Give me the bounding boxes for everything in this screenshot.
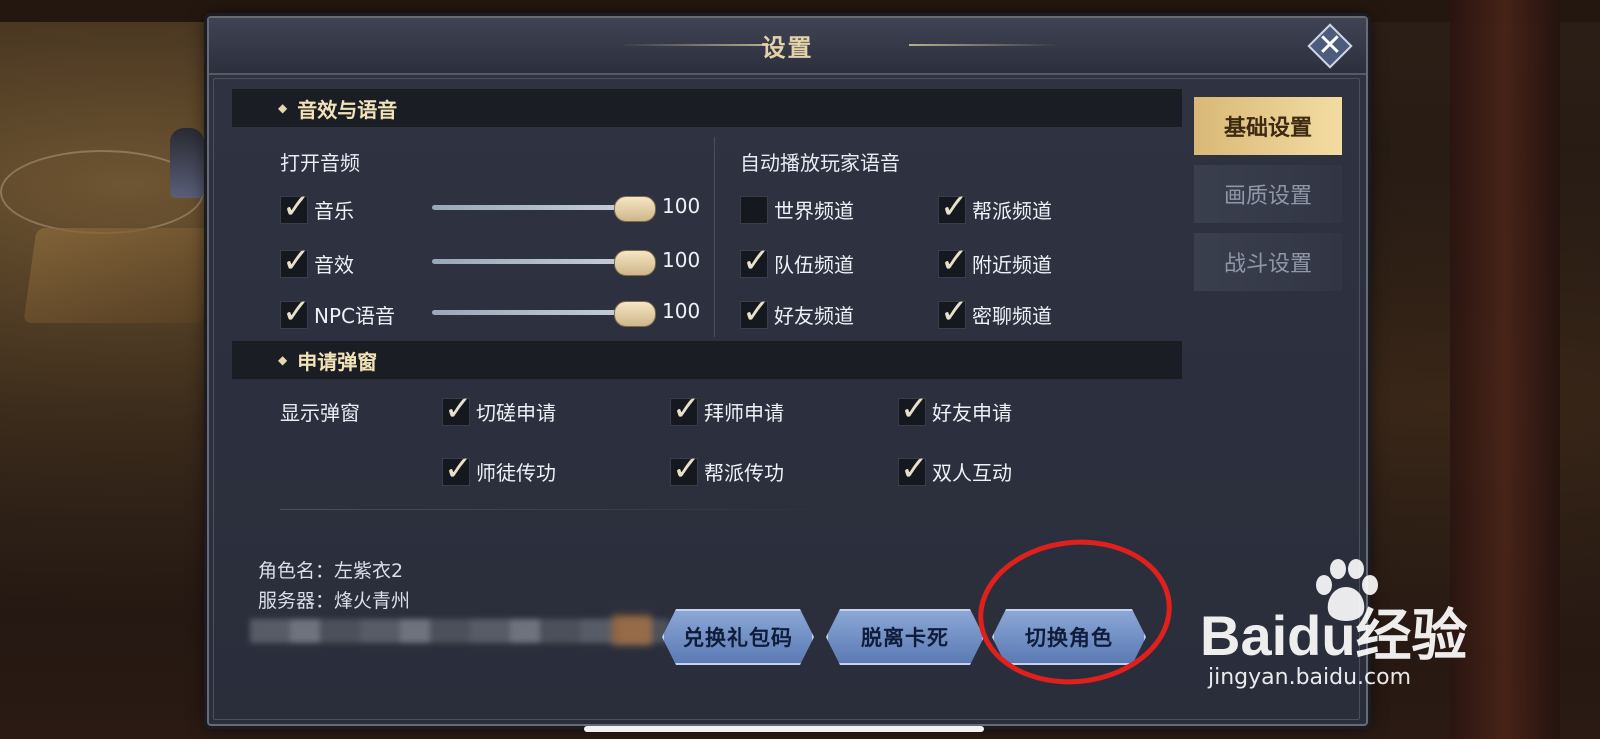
character-name: 角色名：左紫衣2 — [258, 560, 404, 582]
popup-section-header: ◆ 申请弹窗 — [232, 341, 1182, 379]
popup-apprentice-row[interactable]: 拜师申请 — [670, 389, 784, 429]
popup-apprentice-checkbox[interactable] — [670, 389, 701, 429]
popup-guild-transfer-checkbox[interactable] — [670, 449, 701, 489]
music-checkbox[interactable] — [280, 187, 311, 227]
watermark-url: jingyan.baidu.com — [1208, 665, 1412, 690]
channel-guild-label: 帮派频道 — [972, 199, 1052, 223]
redacted-info — [250, 619, 670, 643]
channel-friend-checkbox[interactable] — [740, 292, 771, 332]
sfx-label: 音效 — [314, 253, 354, 277]
popup-friend-checkbox[interactable] — [898, 389, 929, 429]
section-divider — [280, 509, 860, 510]
redacted-info-mark — [612, 615, 652, 645]
music-slider-handle[interactable] — [614, 196, 656, 222]
music-volume-slider[interactable]: 100 — [432, 188, 702, 228]
popup-duo-interact-row[interactable]: 双人互动 — [898, 449, 1012, 489]
channel-team-row[interactable]: 队伍频道 — [740, 241, 854, 281]
popup-friend-label: 好友申请 — [932, 401, 1012, 425]
popup-guild-transfer-label: 帮派传功 — [704, 461, 784, 485]
popup-master-transfer-row[interactable]: 师徒传功 — [442, 449, 556, 489]
music-label: 音乐 — [314, 199, 354, 223]
watermark-brand: Baidu经验 — [1200, 604, 1468, 667]
channel-guild-checkbox[interactable] — [938, 187, 969, 227]
npc-voice-checkbox[interactable] — [280, 292, 311, 332]
server-name: 服务器：烽火青州 — [258, 590, 411, 612]
channel-private-label: 密聊频道 — [972, 304, 1052, 328]
audio-column-divider — [714, 137, 715, 337]
channel-world-checkbox[interactable] — [740, 195, 768, 224]
npc-voice-volume-slider[interactable]: 100 — [432, 293, 702, 333]
popup-master-transfer-checkbox[interactable] — [442, 449, 473, 489]
auto-play-voice-label: 自动播放玩家语音 — [740, 151, 900, 175]
channel-friend-row[interactable]: 好友频道 — [740, 292, 854, 332]
sfx-checkbox[interactable] — [280, 241, 311, 281]
popup-duel-checkbox[interactable] — [442, 389, 473, 429]
channel-nearby-row[interactable]: 附近频道 — [938, 241, 1052, 281]
audio-section-header: ◆ 音效与语音 — [232, 89, 1182, 127]
settings-dialog: 设置 ✕ ◆ 音效与语音 打开音频 音乐 100 — [207, 16, 1368, 726]
popup-duo-interact-label: 双人互动 — [932, 461, 1012, 485]
popup-apprentice-label: 拜师申请 — [704, 401, 784, 425]
npc-voice-slider-handle[interactable] — [614, 301, 656, 327]
unstuck-button[interactable]: 脱离卡死 — [826, 609, 984, 665]
audio-section-title: 音效与语音 — [297, 97, 398, 122]
music-volume-value: 100 — [662, 194, 701, 218]
npc-voice-checkbox-row[interactable]: NPC语音 — [280, 292, 395, 332]
popup-duel-row[interactable]: 切磋申请 — [442, 389, 556, 429]
channel-nearby-checkbox[interactable] — [938, 241, 969, 281]
background-table — [23, 228, 217, 323]
music-checkbox-row[interactable]: 音乐 — [280, 187, 354, 227]
tab-combat-settings[interactable]: 战斗设置 — [1194, 233, 1342, 291]
dialog-title: 设置 — [761, 34, 814, 62]
channel-world-label: 世界频道 — [774, 199, 854, 223]
settings-body: ◆ 音效与语音 打开音频 音乐 100 音效 100 — [213, 78, 1360, 720]
npc-voice-volume-value: 100 — [662, 299, 701, 323]
channel-guild-row[interactable]: 帮派频道 — [938, 187, 1052, 227]
sfx-slider-handle[interactable] — [614, 250, 656, 276]
channel-private-row[interactable]: 密聊频道 — [938, 292, 1052, 332]
sfx-checkbox-row[interactable]: 音效 — [280, 241, 354, 281]
popup-friend-row[interactable]: 好友申请 — [898, 389, 1012, 429]
sfx-volume-value: 100 — [662, 248, 701, 272]
show-popups-label: 显示弹窗 — [280, 401, 360, 425]
home-indicator[interactable] — [584, 726, 984, 732]
npc-voice-slider-track — [432, 310, 632, 315]
background-character — [170, 128, 204, 198]
npc-voice-label: NPC语音 — [314, 304, 395, 328]
tab-graphics-settings[interactable]: 画质设置 — [1194, 165, 1342, 223]
title-bar: 设置 ✕ — [209, 18, 1366, 75]
popup-master-transfer-label: 师徒传功 — [476, 461, 556, 485]
channel-nearby-label: 附近频道 — [972, 253, 1052, 277]
close-x-icon: ✕ — [1317, 28, 1343, 63]
diamond-bullet-icon: ◆ — [278, 353, 288, 367]
channel-world-row[interactable]: 世界频道 — [740, 195, 854, 224]
diamond-bullet-icon: ◆ — [278, 101, 288, 115]
channel-team-checkbox[interactable] — [740, 241, 771, 281]
sfx-slider-track — [432, 259, 632, 264]
settings-tabs: 基础设置 画质设置 战斗设置 — [1194, 97, 1342, 301]
open-audio-label: 打开音频 — [280, 151, 360, 175]
channel-private-checkbox[interactable] — [938, 292, 969, 332]
channel-friend-label: 好友频道 — [774, 304, 854, 328]
music-slider-track — [432, 205, 632, 210]
redeem-gift-code-button[interactable]: 兑换礼包码 — [662, 609, 814, 665]
popup-duo-interact-checkbox[interactable] — [898, 449, 929, 489]
close-button[interactable]: ✕ — [1307, 23, 1353, 69]
popup-duel-label: 切磋申请 — [476, 401, 556, 425]
tab-basic-settings[interactable]: 基础设置 — [1194, 97, 1342, 155]
popup-guild-transfer-row[interactable]: 帮派传功 — [670, 449, 784, 489]
channel-team-label: 队伍频道 — [774, 253, 854, 277]
popup-section-title: 申请弹窗 — [297, 349, 378, 374]
sfx-volume-slider[interactable]: 100 — [432, 242, 702, 282]
